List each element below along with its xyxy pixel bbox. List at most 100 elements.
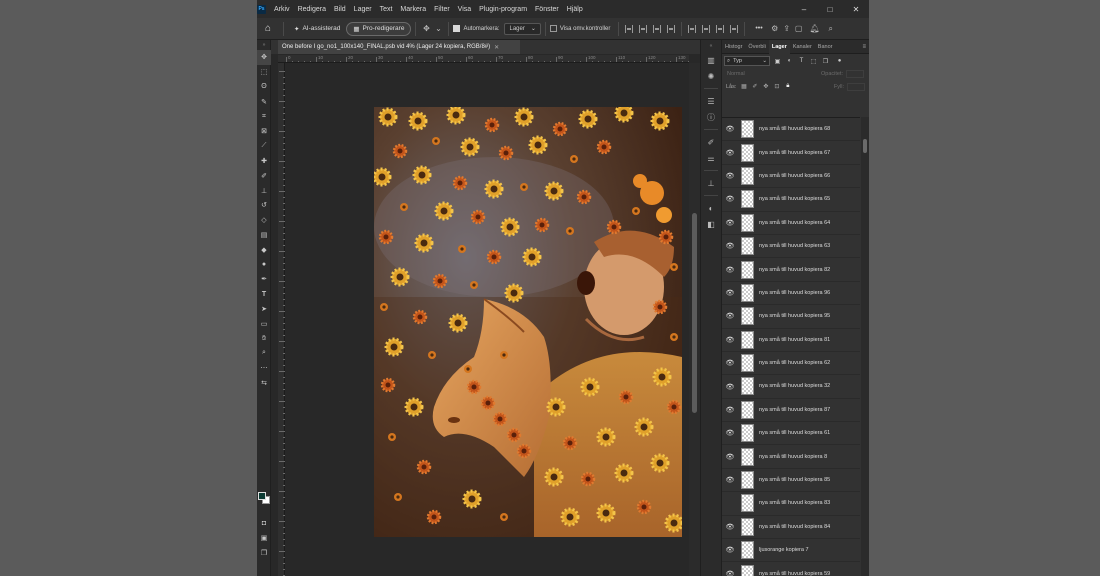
bell-icon[interactable]: 🔔︎ <box>809 23 821 35</box>
layer-row[interactable]: 👁︎ nya små till huvud kopiera 82 <box>722 258 860 282</box>
toolbar-grip-icon[interactable]: » <box>257 40 271 50</box>
layer-row[interactable]: 👁︎ nya små till huvud kopiera 84 <box>722 515 860 540</box>
lasso-tool-icon[interactable]: ʘ <box>257 80 271 95</box>
show-transform-controls-checkbox[interactable] <box>549 25 557 32</box>
layer-row[interactable]: 👁︎ nya små till huvud kopiera 8 <box>722 445 860 469</box>
lock-transparency-icon[interactable]: ▦ <box>740 83 747 90</box>
layer-row[interactable]: 👁︎ nya små till huvud kopiera 83 <box>722 492 860 516</box>
layer-row[interactable]: 👁︎ nya små till huvud kopiera 67 <box>722 141 860 165</box>
zoom-tool-icon[interactable]: ⌕ <box>257 346 271 361</box>
shape-tool-icon[interactable]: ▭ <box>257 316 271 331</box>
menu-text[interactable]: Text <box>376 6 397 13</box>
marquee-tool-icon[interactable]: ⬚ <box>257 65 271 80</box>
healing-brush-icon[interactable]: ✚ <box>257 154 271 169</box>
foreground-color-swatch[interactable] <box>258 492 266 500</box>
adjustments-icon[interactable]: ☰ <box>701 93 721 109</box>
visibility-eye-icon[interactable]: 👁︎ <box>722 375 738 398</box>
frame-tool-icon[interactable]: ⊠ <box>257 124 271 139</box>
menu-arkiv[interactable]: Arkiv <box>270 6 294 13</box>
menu-bild[interactable]: Bild <box>330 6 350 13</box>
menu-fonster[interactable]: Fönster <box>531 6 563 13</box>
info-icon[interactable]: ⓘ <box>701 109 721 125</box>
clone-source-icon[interactable]: ⊥ <box>701 175 721 191</box>
distribute-middle-icon[interactable] <box>702 24 711 33</box>
visibility-eye-icon[interactable]: 👁︎ <box>722 469 738 492</box>
artboard-icon[interactable]: ❐ <box>257 546 271 561</box>
search-icon[interactable]: ⌕ <box>825 23 837 35</box>
crop-tool-icon[interactable]: ⌗ <box>257 109 271 124</box>
eraser-tool-icon[interactable]: ◇ <box>257 213 271 228</box>
filter-type-icon[interactable]: T <box>797 57 806 66</box>
layer-row[interactable]: 👁︎ nya små till huvud kopiera 61 <box>722 422 860 446</box>
layer-row[interactable]: 👁︎ nya små till huvud kopiera 96 <box>722 282 860 306</box>
layer-row[interactable]: 👁︎ nya små till huvud kopiera 65 <box>722 188 860 212</box>
quick-select-tool-icon[interactable]: ✎ <box>257 94 271 109</box>
visibility-eye-icon[interactable]: 👁︎ <box>722 422 738 445</box>
menu-lager[interactable]: Lager <box>350 6 376 13</box>
blend-mode-dropdown[interactable]: Normal <box>727 71 745 77</box>
history-brush-icon[interactable]: ↺ <box>257 198 271 213</box>
close-icon[interactable]: ✕ <box>494 44 499 51</box>
panel-menu-icon[interactable]: ≡ <box>862 44 866 50</box>
panel-toggle-icon[interactable]: ▢ <box>793 23 805 35</box>
visibility-eye-icon[interactable]: 👁︎ <box>722 141 738 164</box>
layer-row[interactable]: 👁︎ nya små till huvud kopiera 66 <box>722 164 860 189</box>
visibility-eye-icon[interactable]: 👁︎ <box>722 211 738 234</box>
visibility-eye-icon[interactable]: 👁︎ <box>722 235 738 258</box>
visibility-eye-icon[interactable]: 👁︎ <box>722 562 738 576</box>
chevron-down-icon[interactable]: ⌄ <box>432 23 444 35</box>
tab-overview[interactable]: Överbli <box>745 40 768 54</box>
screen-mode-icon[interactable]: ▣ <box>257 531 271 546</box>
visibility-eye-icon[interactable]: 👁︎ <box>722 328 738 351</box>
lock-position-icon[interactable]: ✥ <box>762 83 769 90</box>
filter-adjustment-icon[interactable]: ◐ <box>785 57 794 66</box>
dock-grip-icon[interactable]: « <box>701 40 721 52</box>
pen-tool-icon[interactable]: ✒ <box>257 272 271 287</box>
visibility-eye-icon[interactable]: 👁︎ <box>722 305 738 328</box>
share-icon[interactable]: ⇪ <box>781 23 793 35</box>
more-options-button[interactable]: ••• <box>755 25 762 32</box>
align-center-icon[interactable] <box>639 24 648 33</box>
distribute-left-icon[interactable] <box>730 24 739 33</box>
quick-mask-icon[interactable]: ◘ <box>257 516 271 531</box>
distribute-top-icon[interactable] <box>688 24 697 33</box>
visibility-eye-icon[interactable]: 👁︎ <box>722 539 738 562</box>
menu-visa[interactable]: Visa <box>454 6 476 13</box>
eyedropper-tool-icon[interactable]: ⟋ <box>257 139 271 154</box>
layer-row[interactable]: 👁︎ nya små till huvud kopiera 59 <box>722 562 860 576</box>
menu-markera[interactable]: Markera <box>396 6 430 13</box>
type-tool-icon[interactable]: T <box>257 287 271 302</box>
distribute-bottom-icon[interactable] <box>716 24 725 33</box>
layer-comps-icon[interactable]: ▥ <box>701 52 721 68</box>
visibility-eye-icon[interactable]: 👁︎ <box>722 515 738 538</box>
ai-assisted-button[interactable]: ✦ AI-assisterad <box>288 22 346 36</box>
tab-histogram[interactable]: Histogr <box>722 40 745 54</box>
filter-smart-object-icon[interactable]: ❐ <box>821 57 830 66</box>
more-tools-icon[interactable]: ⋯ <box>257 361 271 376</box>
menu-hjalp[interactable]: Hjälp <box>563 6 587 13</box>
close-button[interactable]: ✕ <box>843 0 869 18</box>
path-select-tool-icon[interactable]: ➤ <box>257 302 271 317</box>
visibility-eye-icon[interactable]: 👁︎ <box>722 164 738 187</box>
canvas[interactable] <box>285 63 689 576</box>
layer-row[interactable]: 👁︎ nya små till huvud kopiera 63 <box>722 235 860 259</box>
brush-settings-icon[interactable]: ✐ <box>701 134 721 150</box>
layer-row[interactable]: 👁︎ nya små till huvud kopiera 64 <box>722 212 860 235</box>
layers-scrollbar[interactable] <box>861 117 869 576</box>
menu-filter[interactable]: Filter <box>430 6 454 13</box>
opacity-field[interactable] <box>846 70 864 78</box>
visibility-eye-icon[interactable]: 👁︎ <box>722 118 738 141</box>
minimize-button[interactable]: – <box>791 0 817 18</box>
move-tool-icon[interactable]: ✥ <box>420 23 432 35</box>
dodge-tool-icon[interactable]: ● <box>257 257 271 272</box>
layer-row[interactable]: 👁︎ nya små till huvud kopiera 87 <box>722 399 860 423</box>
menu-redigera[interactable]: Redigera <box>294 6 330 13</box>
visibility-eye-icon[interactable]: 👁︎ <box>722 188 738 211</box>
lock-all-icon[interactable]: 🔒︎ <box>784 83 791 90</box>
layer-row[interactable]: 👁︎ nya små till huvud kopiera 62 <box>722 352 860 376</box>
align-top-icon[interactable] <box>667 24 676 33</box>
edit-toolbar-icon[interactable]: ⇆ <box>257 376 271 391</box>
scrollbar-thumb[interactable] <box>863 139 867 153</box>
visibility-eye-icon[interactable]: 👁︎ <box>722 492 738 515</box>
layer-filter-dropdown[interactable]: ⌕ Typ ⌄ <box>724 56 770 66</box>
